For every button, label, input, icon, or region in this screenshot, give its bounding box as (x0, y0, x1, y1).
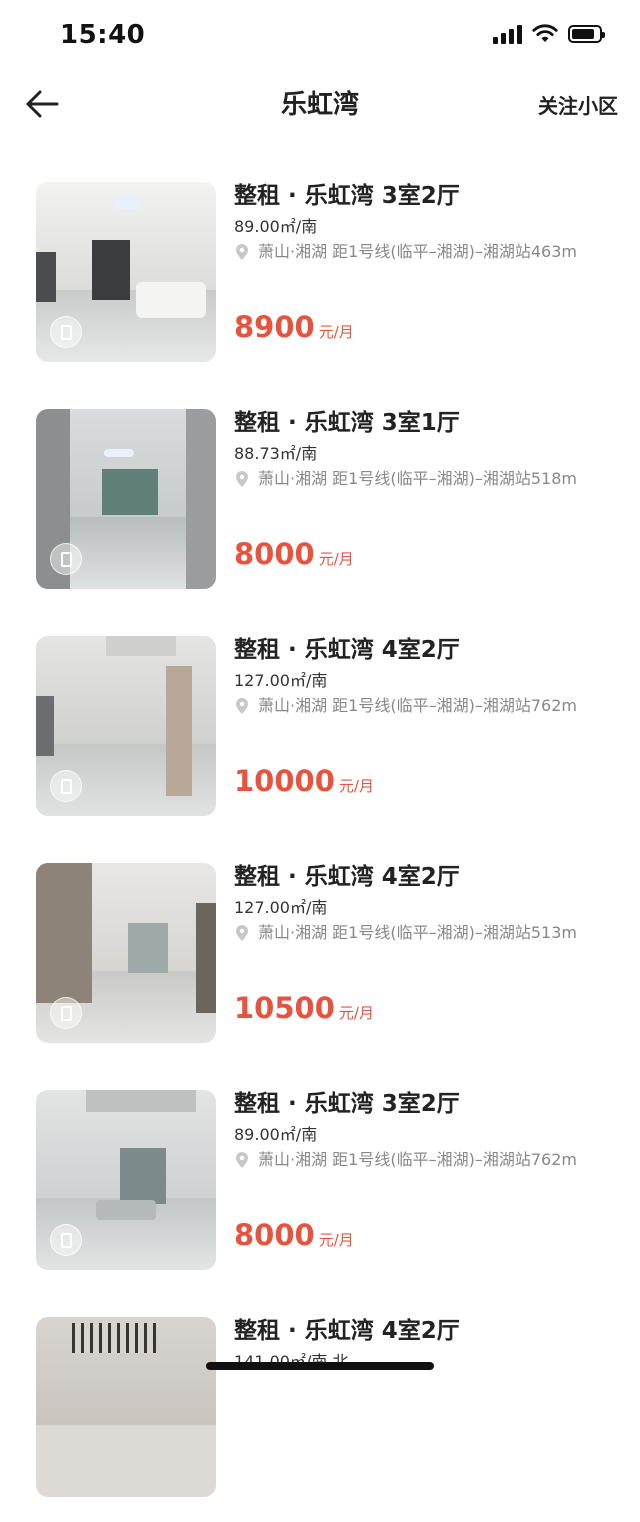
listing-location-text: 萧山·湘湖 距1号线(临平–湘湖)–湘湖站463m (258, 242, 577, 261)
listing-title: 整租 · 乐虹湾 3室1厅 (234, 410, 460, 436)
listing-price: 10500 元/月 (234, 991, 374, 1025)
vr-tour-icon[interactable] (50, 316, 82, 348)
listing-location-text: 萧山·湘湖 距1号线(临平–湘湖)–湘湖站513m (258, 923, 577, 942)
status-bar: 15:40 (0, 0, 640, 70)
price-value: 8900 (234, 310, 315, 344)
price-unit: 元/月 (318, 1231, 354, 1249)
listing-price: 10000 元/月 (234, 764, 374, 798)
location-pin-icon (236, 698, 248, 714)
listing-card[interactable]: 整租 · 乐虹湾 4室2厅 141.00㎡/南 北 (0, 1295, 640, 1522)
listing-title: 整租 · 乐虹湾 3室2厅 (234, 1091, 460, 1117)
listing-info: 整租 · 乐虹湾 3室2厅 89.00㎡/南 萧山·湘湖 距1号线(临平–湘湖)… (234, 1088, 630, 1171)
price-unit: 元/月 (318, 323, 354, 341)
listing-title: 整租 · 乐虹湾 3室2厅 (234, 183, 460, 209)
vr-tour-icon[interactable] (50, 997, 82, 1029)
listing-location: 萧山·湘湖 距1号线(临平–湘湖)–湘湖站518m (234, 468, 630, 490)
listing-price: 8000 元/月 (234, 537, 354, 571)
listing-info: 整租 · 乐虹湾 3室2厅 89.00㎡/南 萧山·湘湖 距1号线(临平–湘湖)… (234, 180, 630, 263)
follow-community-button[interactable]: 关注小区 (538, 90, 618, 119)
listing-area: 88.73㎡/南 (234, 444, 318, 463)
price-value: 10500 (234, 991, 335, 1025)
listing-card[interactable]: 整租 · 乐虹湾 3室1厅 88.73㎡/南 萧山·湘湖 距1号线(临平–湘湖)… (0, 387, 640, 614)
listing-area: 89.00㎡/南 (234, 217, 318, 236)
listing-location: 萧山·湘湖 距1号线(临平–湘湖)–湘湖站463m (234, 241, 630, 263)
listing-area: 127.00㎡/南 (234, 898, 328, 917)
status-time: 15:40 (60, 20, 146, 50)
listing-title: 整租 · 乐虹湾 4室2厅 (234, 864, 460, 890)
listing-card[interactable]: 整租 · 乐虹湾 3室2厅 89.00㎡/南 萧山·湘湖 距1号线(临平–湘湖)… (0, 160, 640, 387)
nav-bar: 乐虹湾 关注小区 (0, 70, 640, 136)
price-value: 8000 (234, 537, 315, 571)
listing-card[interactable]: 整租 · 乐虹湾 3室2厅 89.00㎡/南 萧山·湘湖 距1号线(临平–湘湖)… (0, 1068, 640, 1295)
listing-location-text: 萧山·湘湖 距1号线(临平–湘湖)–湘湖站762m (258, 1150, 577, 1169)
battery-icon (568, 25, 605, 43)
listing-location-text: 萧山·湘湖 距1号线(临平–湘湖)–湘湖站518m (258, 469, 577, 488)
listing-photo (36, 182, 216, 362)
listing-price: 8900 元/月 (234, 310, 354, 344)
listing-photo (36, 636, 216, 816)
listing-photo (36, 1090, 216, 1270)
listing-card[interactable]: 整租 · 乐虹湾 4室2厅 127.00㎡/南 萧山·湘湖 距1号线(临平–湘湖… (0, 841, 640, 1068)
vr-tour-icon[interactable] (50, 770, 82, 802)
price-value: 10000 (234, 764, 335, 798)
price-unit: 元/月 (338, 1004, 374, 1022)
price-unit: 元/月 (318, 550, 354, 568)
listing-price: 8000 元/月 (234, 1218, 354, 1252)
price-unit: 元/月 (338, 777, 374, 795)
listing-location-text: 萧山·湘湖 距1号线(临平–湘湖)–湘湖站762m (258, 696, 577, 715)
home-indicator (206, 1362, 434, 1370)
listing-location: 萧山·湘湖 距1号线(临平–湘湖)–湘湖站762m (234, 695, 630, 717)
listing-info: 整租 · 乐虹湾 4室2厅 127.00㎡/南 萧山·湘湖 距1号线(临平–湘湖… (234, 634, 630, 717)
location-pin-icon (236, 471, 248, 487)
cellular-signal-icon (493, 24, 522, 44)
listing-list: 整租 · 乐虹湾 3室2厅 89.00㎡/南 萧山·湘湖 距1号线(临平–湘湖)… (0, 160, 640, 1522)
listing-info: 整租 · 乐虹湾 3室1厅 88.73㎡/南 萧山·湘湖 距1号线(临平–湘湖)… (234, 407, 630, 490)
listing-location: 萧山·湘湖 距1号线(临平–湘湖)–湘湖站762m (234, 1149, 630, 1171)
vr-tour-icon[interactable] (50, 543, 82, 575)
listing-photo (36, 1317, 216, 1497)
wifi-icon (532, 24, 558, 42)
vr-tour-icon[interactable] (50, 1224, 82, 1256)
listing-title: 整租 · 乐虹湾 4室2厅 (234, 637, 460, 663)
price-value: 8000 (234, 1218, 315, 1252)
listing-photo (36, 409, 216, 589)
listing-photo (36, 863, 216, 1043)
listing-title: 整租 · 乐虹湾 4室2厅 (234, 1318, 460, 1344)
listing-location: 萧山·湘湖 距1号线(临平–湘湖)–湘湖站513m (234, 922, 630, 944)
status-icons (493, 24, 605, 44)
location-pin-icon (236, 1152, 248, 1168)
listing-info: 整租 · 乐虹湾 4室2厅 127.00㎡/南 萧山·湘湖 距1号线(临平–湘湖… (234, 861, 630, 944)
location-pin-icon (236, 925, 248, 941)
listing-card[interactable]: 整租 · 乐虹湾 4室2厅 127.00㎡/南 萧山·湘湖 距1号线(临平–湘湖… (0, 614, 640, 841)
listing-area: 127.00㎡/南 (234, 671, 328, 690)
location-pin-icon (236, 244, 248, 260)
listing-area: 89.00㎡/南 (234, 1125, 318, 1144)
